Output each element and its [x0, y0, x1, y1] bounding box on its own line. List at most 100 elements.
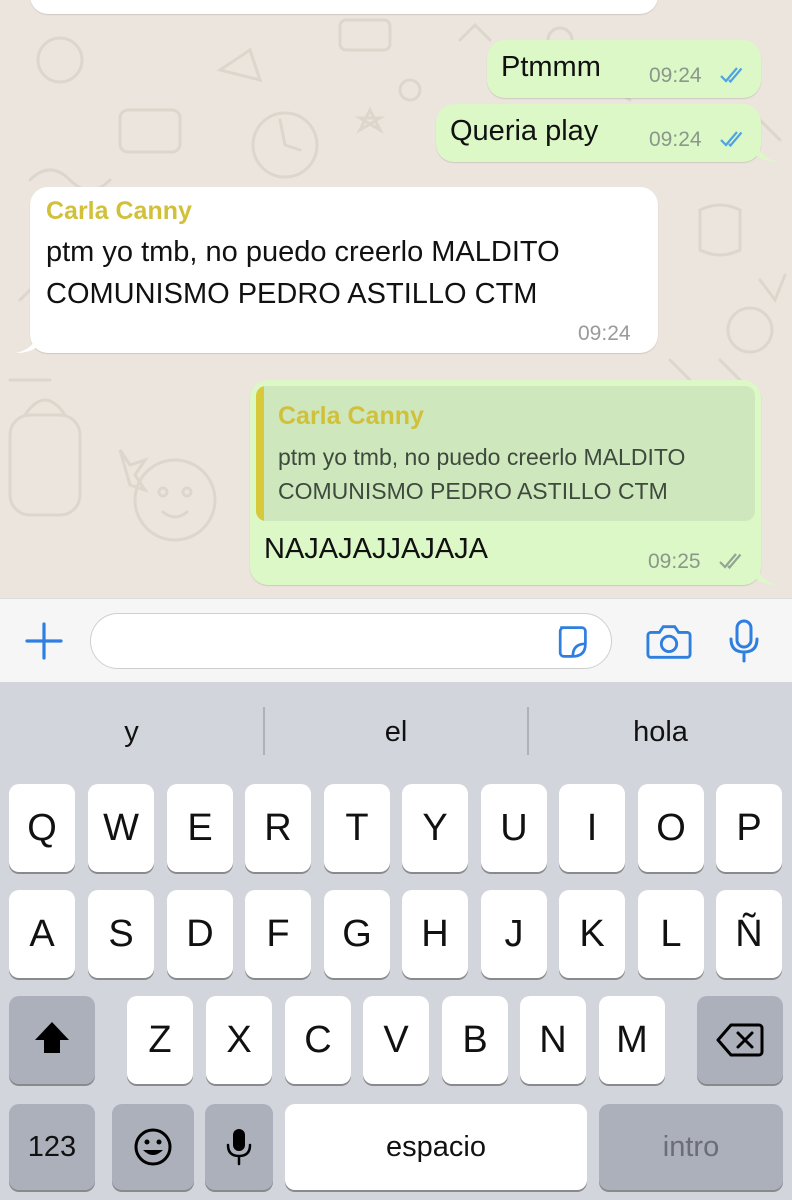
key-label: P [736, 807, 762, 849]
key-label: M [616, 1019, 648, 1061]
message-text: COMUNISMO PEDRO ASTILLO CTM [46, 278, 538, 310]
key-i[interactable]: I [559, 784, 625, 872]
key-g[interactable]: G [324, 890, 390, 978]
sender-name: Carla Canny [46, 197, 192, 225]
key-label: E [187, 807, 213, 849]
quoted-text: COMUNISMO PEDRO ASTILLO CTM [278, 478, 668, 504]
key-label: B [462, 1019, 488, 1061]
key-b[interactable]: B [442, 996, 508, 1084]
key-m[interactable]: M [599, 996, 665, 1084]
key-label: W [103, 807, 139, 849]
key-label: C [304, 1019, 332, 1061]
dictation-icon [226, 1129, 252, 1166]
key-y[interactable]: Y [402, 784, 468, 872]
dictation-key[interactable] [205, 1104, 273, 1190]
key-x[interactable]: X [206, 996, 272, 1084]
key-f[interactable]: F [245, 890, 311, 978]
message-time: 09:24 [578, 322, 631, 345]
message-text: Ptmmm [501, 51, 601, 83]
key-label: Ñ [735, 913, 763, 955]
key-s[interactable]: S [88, 890, 154, 978]
key-label: 123 [27, 1131, 77, 1163]
key-a[interactable]: A [9, 890, 75, 978]
message-text: NAJAJAJJAJAJA [264, 533, 488, 565]
suggestion-bar: y el hola [0, 682, 792, 782]
key-label: F [266, 913, 290, 955]
message-time: 09:25 [648, 550, 701, 573]
key-k[interactable]: K [559, 890, 625, 978]
key-l[interactable]: L [638, 890, 704, 978]
message-text: Queria play [450, 115, 599, 147]
chat-area: Ptmmm 09:24 Queria play 09:24 Carla Cann… [0, 0, 792, 598]
key-label: U [500, 807, 528, 849]
key-o[interactable]: O [638, 784, 704, 872]
message-bubble-outgoing-reply[interactable]: Carla Canny ptm yo tmb, no puedo creerlo… [250, 380, 761, 585]
double-check-icon [720, 131, 743, 148]
key-n-tilde[interactable]: Ñ [716, 890, 782, 978]
key-p[interactable]: P [716, 784, 782, 872]
key-d[interactable]: D [167, 890, 233, 978]
key-label: Y [422, 807, 448, 849]
message-bubble-previous[interactable] [30, 0, 658, 14]
key-label: J [504, 913, 524, 955]
key-label: espacio [386, 1131, 486, 1163]
key-c[interactable]: C [285, 996, 351, 1084]
quoted-sender-name: Carla Canny [278, 402, 424, 430]
key-label: Q [27, 807, 57, 849]
key-v[interactable]: V [363, 996, 429, 1084]
key-label: S [108, 913, 134, 955]
quote-bar [256, 386, 264, 521]
key-label: Z [148, 1019, 172, 1061]
suggestion-hola[interactable]: hola [529, 682, 792, 782]
key-e[interactable]: E [167, 784, 233, 872]
message-bubble-incoming[interactable]: Carla Canny ptm yo tmb, no puedo creerlo… [30, 187, 658, 353]
composer-bar [0, 598, 792, 682]
suggestion-y[interactable]: y [0, 682, 263, 782]
bubble-tail [756, 140, 778, 162]
key-t[interactable]: T [324, 784, 390, 872]
key-j[interactable]: J [481, 890, 547, 978]
key-label: H [421, 913, 449, 955]
suggestion-el[interactable]: el [265, 682, 527, 782]
key-n[interactable]: N [520, 996, 586, 1084]
numbers-key[interactable]: 123 [9, 1104, 95, 1190]
key-label: N [539, 1019, 567, 1061]
backspace-icon [716, 1023, 764, 1057]
emoji-icon [134, 1128, 172, 1166]
key-h[interactable]: H [402, 890, 468, 978]
backspace-key[interactable] [697, 996, 783, 1084]
key-label: I [586, 807, 598, 849]
message-bubble-outgoing[interactable]: Ptmmm 09:24 [487, 40, 761, 98]
key-label: V [383, 1019, 409, 1061]
message-time: 09:24 [649, 128, 702, 151]
quoted-message[interactable]: Carla Canny ptm yo tmb, no puedo creerlo… [256, 386, 755, 521]
bubble-tail [756, 563, 778, 585]
shift-key[interactable] [9, 996, 95, 1084]
key-label: G [342, 913, 372, 955]
space-key[interactable]: espacio [285, 1104, 587, 1190]
double-check-icon [719, 553, 742, 570]
microphone-icon[interactable] [728, 619, 760, 663]
sticker-icon[interactable] [553, 624, 589, 660]
key-label: L [660, 913, 682, 955]
return-key[interactable]: intro [599, 1104, 783, 1190]
key-u[interactable]: U [481, 784, 547, 872]
quoted-text: ptm yo tmb, no puedo creerlo MALDITO [278, 444, 686, 470]
message-bubble-outgoing[interactable]: Queria play 09:24 [436, 104, 761, 162]
message-time: 09:24 [649, 64, 702, 87]
key-label: K [579, 913, 605, 955]
key-w[interactable]: W [88, 784, 154, 872]
message-input[interactable] [90, 613, 612, 669]
message-text: ptm yo tmb, no puedo creerlo MALDITO [46, 236, 560, 268]
key-r[interactable]: R [245, 784, 311, 872]
plus-icon[interactable] [24, 621, 64, 661]
camera-icon[interactable] [646, 621, 692, 661]
key-label: intro [662, 1131, 720, 1163]
emoji-key[interactable] [112, 1104, 194, 1190]
key-label: D [186, 913, 214, 955]
keyboard: y el hola Q W E R T Y U I O P A S D F G … [0, 682, 792, 1200]
key-label: A [29, 913, 55, 955]
double-check-icon [720, 67, 743, 84]
key-q[interactable]: Q [9, 784, 75, 872]
key-z[interactable]: Z [127, 996, 193, 1084]
